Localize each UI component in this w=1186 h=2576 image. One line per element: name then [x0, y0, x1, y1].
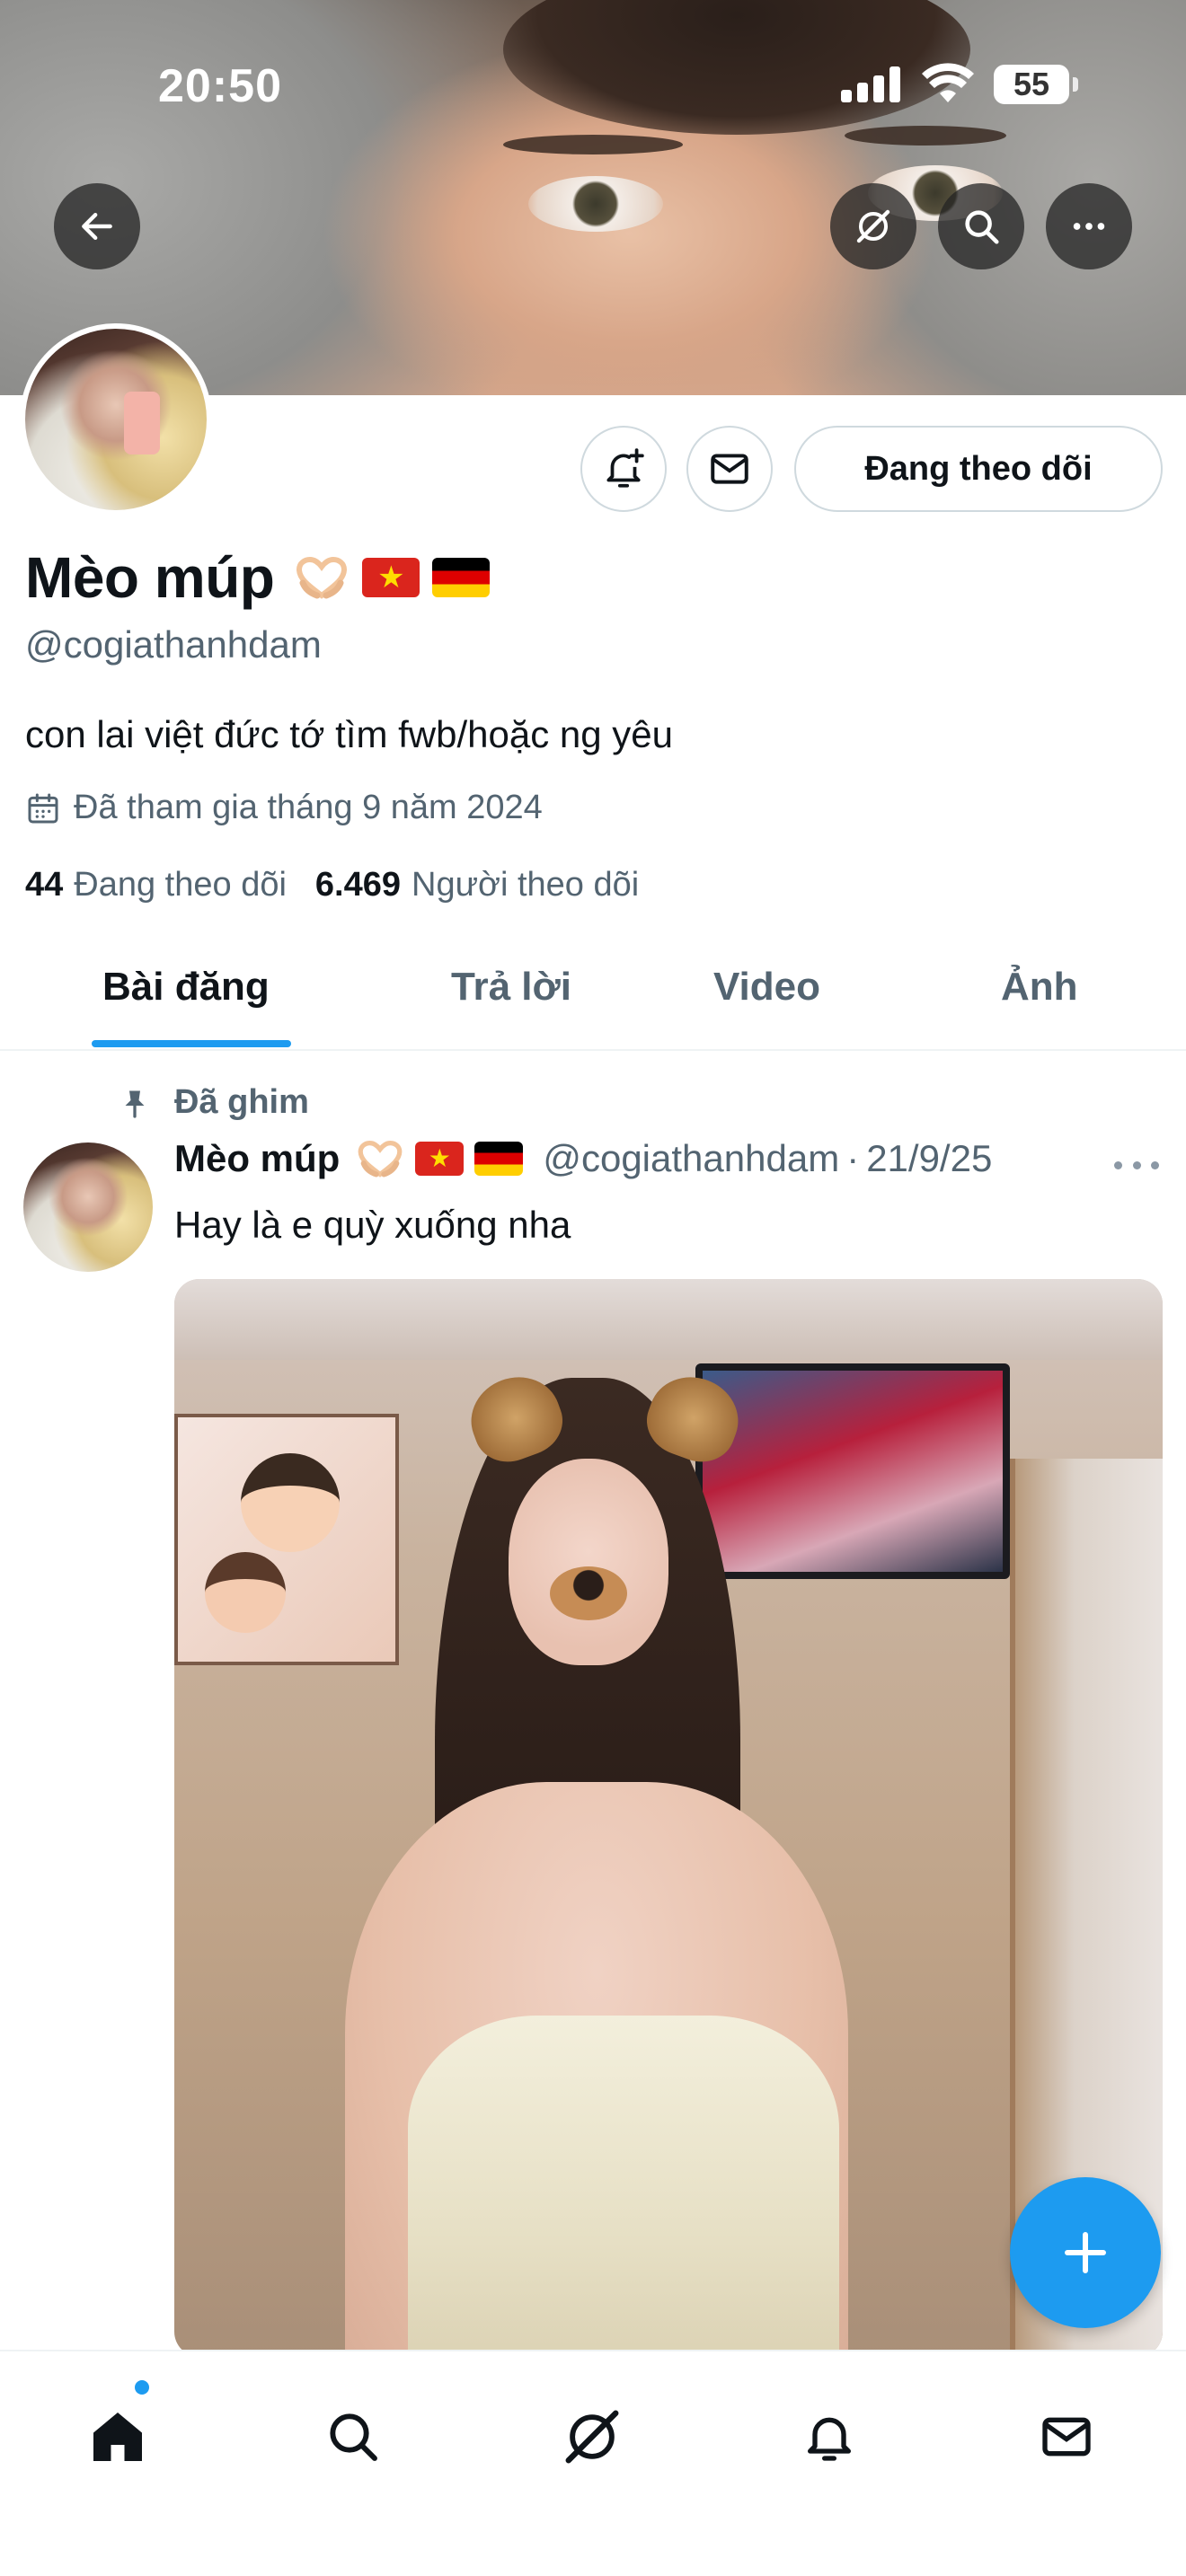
post-separator: ·: [846, 1137, 860, 1179]
bell-plus-icon: [606, 448, 644, 488]
grok-icon: [565, 2410, 619, 2464]
grok-button[interactable]: [830, 183, 916, 269]
envelope-icon: [1042, 2417, 1091, 2457]
status-time: 20:50: [158, 60, 282, 112]
post-author-handle[interactable]: @cogiathanhdam: [543, 1137, 839, 1180]
search-icon: [965, 210, 999, 244]
cellular-signal-icon: [841, 66, 902, 102]
vietnam-flag-icon: ★: [362, 558, 420, 597]
wifi-icon: [922, 63, 974, 102]
pin-icon: [125, 1090, 145, 1118]
envelope-icon: [711, 454, 748, 484]
profile-tabs: Bài đăng Trả lời Video Ảnh: [0, 943, 1186, 1051]
followers-link[interactable]: 6.469 Người theo dõi: [315, 866, 639, 904]
notifications-toggle-button[interactable]: [580, 426, 667, 512]
search-button[interactable]: [938, 183, 1024, 269]
vietnam-flag-icon: ★: [415, 1142, 465, 1176]
plus-icon: [1065, 2232, 1106, 2273]
bottom-navigation: [0, 2350, 1186, 2576]
profile-handle: @cogiathanhdam: [25, 623, 322, 666]
back-button[interactable]: [54, 183, 140, 269]
post-text: Hay là e quỳ xuống nha: [174, 1204, 571, 1246]
joined-date-text: Đã tham gia tháng 9 năm 2024: [74, 789, 543, 826]
heart-hands-emoji-icon: [358, 1140, 403, 1178]
nav-messages[interactable]: [1017, 2387, 1116, 2486]
active-tab-indicator: [92, 1040, 291, 1047]
post-more-button[interactable]: [1114, 1151, 1159, 1178]
more-horizontal-icon: [1073, 223, 1105, 230]
nav-search[interactable]: [304, 2387, 403, 2486]
heart-hands-emoji-icon: [296, 556, 348, 599]
profile-avatar[interactable]: [20, 323, 212, 516]
following-button[interactable]: Đang theo dõi: [794, 426, 1163, 512]
home-unread-dot: [135, 2380, 149, 2395]
status-bar: 20:50 55: [0, 54, 1186, 117]
tab-replies[interactable]: Trả lời: [451, 965, 571, 1010]
nav-grok[interactable]: [543, 2387, 642, 2486]
following-count: 44: [25, 866, 64, 904]
more-button[interactable]: [1046, 183, 1132, 269]
calendar-icon: [28, 793, 58, 823]
message-button[interactable]: [686, 426, 773, 512]
display-name: Mèo múp: [25, 545, 275, 610]
post-image[interactable]: [174, 1279, 1163, 2357]
nav-home[interactable]: [68, 2387, 167, 2486]
pinned-label: Đã ghim: [174, 1083, 309, 1121]
battery-icon: 55: [994, 65, 1078, 104]
profile-bio: con lai việt đức tớ tìm fwb/hoặc ng yêu: [25, 713, 673, 755]
post-author-name[interactable]: Mèo múp: [174, 1137, 340, 1180]
joined-date: Đã tham gia tháng 9 năm 2024: [25, 789, 543, 827]
compose-post-button[interactable]: [1010, 2177, 1161, 2328]
home-icon: [93, 2413, 142, 2461]
nav-notifications[interactable]: [780, 2387, 879, 2486]
following-label: Đang theo dõi: [74, 866, 287, 904]
followers-label: Người theo dõi: [412, 866, 640, 904]
bell-icon: [808, 2417, 851, 2461]
followers-count: 6.469: [314, 866, 402, 904]
profile-name-row: Mèo múp ★: [25, 544, 491, 611]
arrow-left-icon: [82, 212, 112, 241]
post-author-avatar[interactable]: [23, 1142, 153, 1272]
germany-flag-icon: [474, 1142, 524, 1176]
pinned-indicator: Đã ghim: [119, 1083, 309, 1122]
tab-video[interactable]: Video: [713, 965, 820, 1010]
tab-photos[interactable]: Ảnh: [1001, 965, 1078, 1010]
post-header: Mèo múp ★ @cogiathanhdam · 21/9/25: [174, 1137, 992, 1180]
following-link[interactable]: 44 Đang theo dõi: [25, 866, 287, 904]
follow-stats: 44 Đang theo dõi 6.469 Người theo dõi: [25, 866, 639, 904]
grok-icon: [856, 209, 890, 243]
more-horizontal-icon: [1114, 1160, 1122, 1169]
search-icon: [330, 2413, 377, 2461]
tab-posts[interactable]: Bài đăng: [102, 965, 270, 1010]
post-date[interactable]: 21/9/25: [866, 1137, 992, 1180]
germany-flag-icon: [432, 558, 491, 597]
